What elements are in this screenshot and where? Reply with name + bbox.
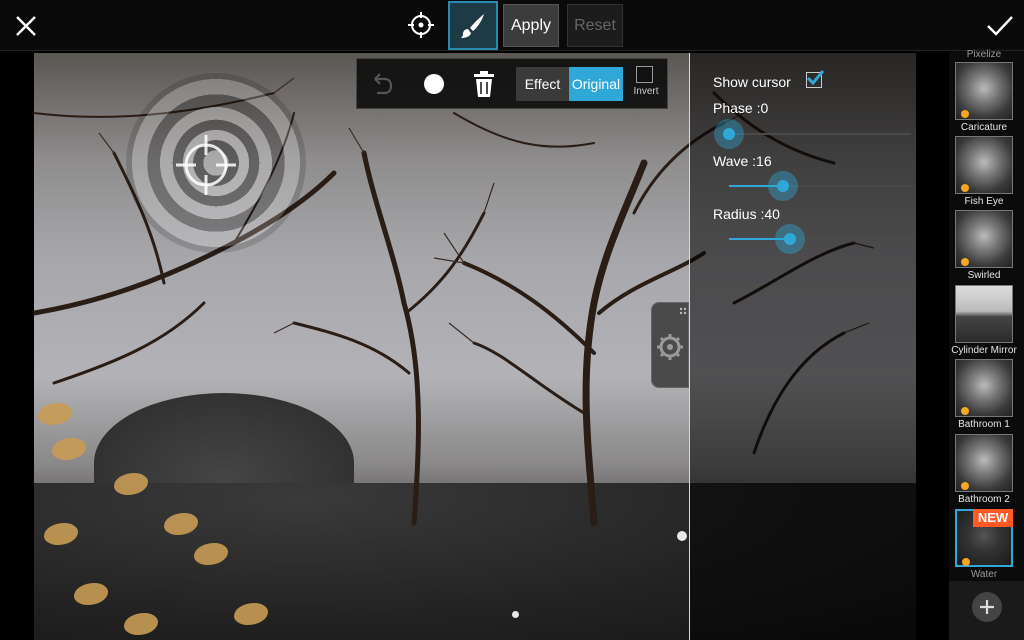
effect-label: Water (970, 569, 998, 580)
effect-thumbnail (955, 210, 1013, 268)
radius-slider[interactable] (729, 224, 911, 254)
effect-thumbnail (955, 285, 1013, 343)
effect-label: Bathroom 2 (958, 494, 1010, 505)
radius-slider-thumb[interactable] (775, 224, 805, 254)
brush-options-popup: Effect Original Invert (356, 58, 668, 109)
effect-thumbnail (955, 359, 1013, 417)
close-icon (16, 16, 36, 36)
settings-handle[interactable] (651, 302, 689, 388)
show-cursor-checkbox[interactable] (806, 70, 824, 88)
phase-label: Phase :0 (713, 100, 769, 116)
invert-label: Invert (633, 86, 659, 97)
add-effect-button[interactable] (972, 592, 1002, 622)
premium-icon (961, 407, 969, 415)
effect-label: Bathroom 1 (958, 419, 1010, 430)
effect-label: Swirled (967, 270, 1001, 281)
wave-slider-thumb[interactable] (768, 171, 798, 201)
phase-slider-thumb[interactable] (714, 119, 744, 149)
crosshair-icon (408, 12, 434, 38)
show-cursor-label: Show cursor (713, 74, 791, 90)
effect-toggle-button[interactable]: Effect (516, 67, 569, 101)
top-toolbar: Apply Reset (0, 0, 1024, 51)
new-badge: NEW (973, 509, 1013, 527)
clear-button[interactable] (467, 67, 501, 101)
reset-button[interactable]: Reset (567, 4, 623, 47)
white-dot (512, 611, 519, 618)
brush-icon (461, 13, 484, 38)
premium-icon (962, 558, 970, 566)
brush-mode-button[interactable] (448, 1, 498, 50)
premium-icon (961, 184, 969, 192)
effect-label: Cylinder Mirror (951, 345, 1017, 356)
premium-icon (961, 110, 969, 118)
cursor-crosshair-icon[interactable] (174, 133, 238, 197)
phase-slider[interactable] (714, 119, 911, 149)
effect-label: Fish Eye (964, 196, 1004, 207)
apply-button[interactable]: Apply (503, 4, 559, 47)
effects-list: Pixelize Caricature Fish Eye Swirled Cyl… (947, 49, 1024, 581)
undo-icon (374, 73, 393, 95)
effect-thumbnail (955, 434, 1013, 492)
invert-checkbox[interactable] (636, 66, 653, 83)
wave-label: Wave :16 (713, 153, 772, 169)
radius-label: Radius :40 (713, 206, 780, 222)
effects-strip[interactable]: Pixelize Caricature Fish Eye Swirled Cyl… (947, 49, 1024, 640)
brush-size-button[interactable] (417, 67, 451, 101)
original-toggle-button[interactable]: Original (569, 67, 623, 101)
wave-slider[interactable] (729, 171, 911, 201)
checkmark-icon (987, 16, 1013, 36)
plus-icon (980, 600, 994, 614)
white-dot (677, 531, 687, 541)
gear-icon (657, 307, 687, 360)
effect-thumbnail (955, 136, 1013, 194)
premium-icon (961, 258, 969, 266)
checkmark-icon (806, 70, 824, 86)
effect-settings-panel: Show cursor Phase :0 Wave :16 Radius :40 (690, 53, 916, 640)
effect-label-pixelize[interactable]: Pixelize (947, 49, 1021, 60)
premium-icon (961, 482, 969, 490)
close-button[interactable] (8, 8, 44, 44)
trash-icon (474, 71, 494, 97)
done-button[interactable] (980, 8, 1020, 44)
brush-size-icon (424, 74, 444, 94)
effect-label: Caricature (960, 122, 1008, 133)
undo-button[interactable] (365, 67, 399, 101)
effect-thumbnail (955, 62, 1013, 120)
target-mode-button[interactable] (402, 6, 440, 44)
